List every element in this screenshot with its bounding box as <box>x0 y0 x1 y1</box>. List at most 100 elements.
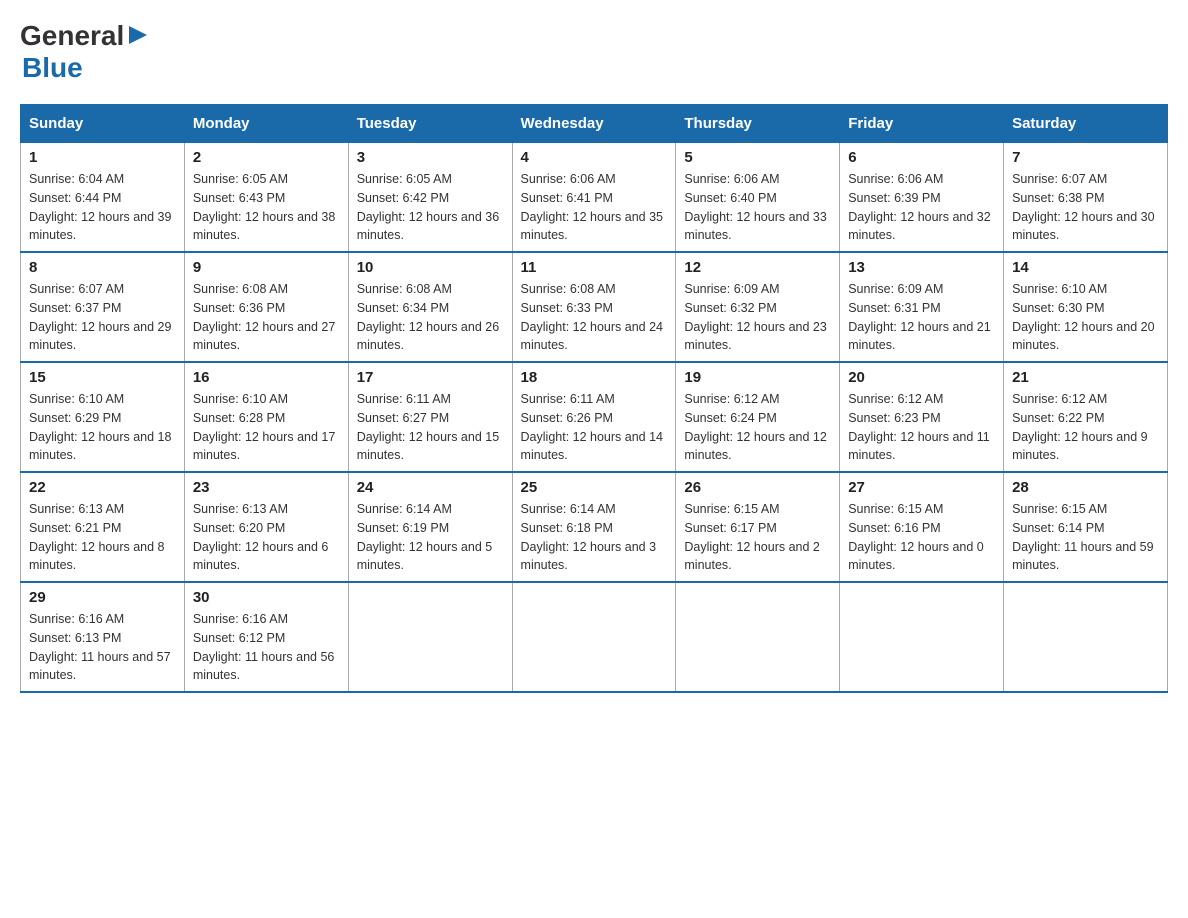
day-number: 1 <box>29 149 176 166</box>
logo-blue-text: Blue <box>22 52 83 83</box>
day-detail: Sunrise: 6:11 AMSunset: 6:26 PMDaylight:… <box>521 390 668 465</box>
day-detail: Sunrise: 6:06 AMSunset: 6:39 PMDaylight:… <box>848 170 995 245</box>
day-number: 8 <box>29 259 176 276</box>
calendar-cell: 17 Sunrise: 6:11 AMSunset: 6:27 PMDayligh… <box>348 362 512 472</box>
day-number: 15 <box>29 369 176 386</box>
calendar-cell: 20Sunrise: 6:12 AMSunset: 6:23 PMDayligh… <box>840 362 1004 472</box>
calendar-cell: 8 Sunrise: 6:07 AMSunset: 6:37 PMDaylight… <box>21 252 185 362</box>
day-number: 27 <box>848 479 995 496</box>
calendar-cell: 16 Sunrise: 6:10 AMSunset: 6:28 PMDayligh… <box>184 362 348 472</box>
calendar-week-row: 15 Sunrise: 6:10 AMSunset: 6:29 PMDayligh… <box>21 362 1168 472</box>
logo-general-text: General <box>20 20 124 52</box>
day-number: 28 <box>1012 479 1159 496</box>
header-monday: Monday <box>184 105 348 143</box>
day-number: 20 <box>848 369 995 386</box>
day-detail: Sunrise: 6:14 AMSunset: 6:18 PMDaylight:… <box>521 500 668 575</box>
day-number: 18 <box>521 369 668 386</box>
day-number: 2 <box>193 149 340 166</box>
day-detail: Sunrise: 6:06 AMSunset: 6:40 PMDaylight:… <box>684 170 831 245</box>
day-number: 6 <box>848 149 995 166</box>
day-detail: Sunrise: 6:08 AMSunset: 6:33 PMDaylight:… <box>521 280 668 355</box>
calendar-cell: 18 Sunrise: 6:11 AMSunset: 6:26 PMDayligh… <box>512 362 676 472</box>
day-detail: Sunrise: 6:08 AMSunset: 6:36 PMDaylight:… <box>193 280 340 355</box>
day-number: 13 <box>848 259 995 276</box>
day-detail: Sunrise: 6:14 AMSunset: 6:19 PMDaylight:… <box>357 500 504 575</box>
day-number: 16 <box>193 369 340 386</box>
calendar-cell: 2 Sunrise: 6:05 AMSunset: 6:43 PMDaylight… <box>184 143 348 253</box>
calendar-cell: 28 Sunrise: 6:15 AMSunset: 6:14 PMDayligh… <box>1004 472 1168 582</box>
header-sunday: Sunday <box>21 105 185 143</box>
day-detail: Sunrise: 6:15 AMSunset: 6:17 PMDaylight:… <box>684 500 831 575</box>
day-number: 21 <box>1012 369 1159 386</box>
calendar-cell: 13 Sunrise: 6:09 AMSunset: 6:31 PMDayligh… <box>840 252 1004 362</box>
calendar-cell: 5Sunrise: 6:06 AMSunset: 6:40 PMDaylight… <box>676 143 840 253</box>
day-number: 12 <box>684 259 831 276</box>
day-number: 14 <box>1012 259 1159 276</box>
header-thursday: Thursday <box>676 105 840 143</box>
calendar-cell <box>676 582 840 692</box>
header-wednesday: Wednesday <box>512 105 676 143</box>
calendar-cell: 23Sunrise: 6:13 AMSunset: 6:20 PMDayligh… <box>184 472 348 582</box>
calendar-cell: 1Sunrise: 6:04 AMSunset: 6:44 PMDaylight… <box>21 143 185 253</box>
calendar-cell <box>512 582 676 692</box>
calendar-week-row: 29Sunrise: 6:16 AMSunset: 6:13 PMDayligh… <box>21 582 1168 692</box>
day-detail: Sunrise: 6:13 AMSunset: 6:20 PMDaylight:… <box>193 500 340 575</box>
calendar-cell: 4Sunrise: 6:06 AMSunset: 6:41 PMDaylight… <box>512 143 676 253</box>
header-friday: Friday <box>840 105 1004 143</box>
calendar-cell: 19Sunrise: 6:12 AMSunset: 6:24 PMDayligh… <box>676 362 840 472</box>
day-number: 24 <box>357 479 504 496</box>
calendar-cell: 9 Sunrise: 6:08 AMSunset: 6:36 PMDaylight… <box>184 252 348 362</box>
day-number: 7 <box>1012 149 1159 166</box>
day-number: 10 <box>357 259 504 276</box>
day-number: 22 <box>29 479 176 496</box>
calendar-week-row: 22 Sunrise: 6:13 AMSunset: 6:21 PMDayligh… <box>21 472 1168 582</box>
calendar-week-row: 8 Sunrise: 6:07 AMSunset: 6:37 PMDaylight… <box>21 252 1168 362</box>
calendar-cell <box>348 582 512 692</box>
calendar-cell: 12 Sunrise: 6:09 AMSunset: 6:32 PMDayligh… <box>676 252 840 362</box>
page-header: General Blue <box>20 20 1168 84</box>
day-detail: Sunrise: 6:08 AMSunset: 6:34 PMDaylight:… <box>357 280 504 355</box>
day-detail: Sunrise: 6:10 AMSunset: 6:28 PMDaylight:… <box>193 390 340 465</box>
header-saturday: Saturday <box>1004 105 1168 143</box>
calendar-header-row: SundayMondayTuesdayWednesdayThursdayFrid… <box>21 105 1168 143</box>
day-number: 30 <box>193 589 340 606</box>
calendar-cell: 25 Sunrise: 6:14 AMSunset: 6:18 PMDayligh… <box>512 472 676 582</box>
day-detail: Sunrise: 6:11 AMSunset: 6:27 PMDaylight:… <box>357 390 504 465</box>
calendar-cell: 11Sunrise: 6:08 AMSunset: 6:33 PMDayligh… <box>512 252 676 362</box>
day-detail: Sunrise: 6:10 AMSunset: 6:29 PMDaylight:… <box>29 390 176 465</box>
calendar-cell: 24 Sunrise: 6:14 AMSunset: 6:19 PMDayligh… <box>348 472 512 582</box>
day-number: 9 <box>193 259 340 276</box>
day-number: 17 <box>357 369 504 386</box>
calendar-cell: 6 Sunrise: 6:06 AMSunset: 6:39 PMDaylight… <box>840 143 1004 253</box>
calendar-cell: 30 Sunrise: 6:16 AMSunset: 6:12 PMDayligh… <box>184 582 348 692</box>
day-number: 25 <box>521 479 668 496</box>
day-detail: Sunrise: 6:15 AMSunset: 6:14 PMDaylight:… <box>1012 500 1159 575</box>
day-detail: Sunrise: 6:07 AMSunset: 6:38 PMDaylight:… <box>1012 170 1159 245</box>
calendar-cell: 22 Sunrise: 6:13 AMSunset: 6:21 PMDayligh… <box>21 472 185 582</box>
logo: General Blue <box>20 20 149 84</box>
day-detail: Sunrise: 6:12 AMSunset: 6:24 PMDaylight:… <box>684 390 831 465</box>
calendar-cell <box>840 582 1004 692</box>
day-detail: Sunrise: 6:05 AMSunset: 6:43 PMDaylight:… <box>193 170 340 245</box>
day-detail: Sunrise: 6:16 AMSunset: 6:12 PMDaylight:… <box>193 610 340 685</box>
calendar-cell: 29Sunrise: 6:16 AMSunset: 6:13 PMDayligh… <box>21 582 185 692</box>
day-detail: Sunrise: 6:09 AMSunset: 6:32 PMDaylight:… <box>684 280 831 355</box>
calendar-cell: 15 Sunrise: 6:10 AMSunset: 6:29 PMDayligh… <box>21 362 185 472</box>
calendar-cell: 3Sunrise: 6:05 AMSunset: 6:42 PMDaylight… <box>348 143 512 253</box>
day-detail: Sunrise: 6:12 AMSunset: 6:22 PMDaylight:… <box>1012 390 1159 465</box>
calendar-cell: 14Sunrise: 6:10 AMSunset: 6:30 PMDayligh… <box>1004 252 1168 362</box>
header-tuesday: Tuesday <box>348 105 512 143</box>
day-detail: Sunrise: 6:07 AMSunset: 6:37 PMDaylight:… <box>29 280 176 355</box>
day-number: 3 <box>357 149 504 166</box>
calendar-cell <box>1004 582 1168 692</box>
day-detail: Sunrise: 6:13 AMSunset: 6:21 PMDaylight:… <box>29 500 176 575</box>
day-detail: Sunrise: 6:09 AMSunset: 6:31 PMDaylight:… <box>848 280 995 355</box>
calendar-cell: 21 Sunrise: 6:12 AMSunset: 6:22 PMDayligh… <box>1004 362 1168 472</box>
calendar-cell: 7 Sunrise: 6:07 AMSunset: 6:38 PMDaylight… <box>1004 143 1168 253</box>
calendar-cell: 10 Sunrise: 6:08 AMSunset: 6:34 PMDayligh… <box>348 252 512 362</box>
day-number: 26 <box>684 479 831 496</box>
calendar-table: SundayMondayTuesdayWednesdayThursdayFrid… <box>20 104 1168 693</box>
day-detail: Sunrise: 6:15 AMSunset: 6:16 PMDaylight:… <box>848 500 995 575</box>
day-detail: Sunrise: 6:06 AMSunset: 6:41 PMDaylight:… <box>521 170 668 245</box>
day-number: 29 <box>29 589 176 606</box>
